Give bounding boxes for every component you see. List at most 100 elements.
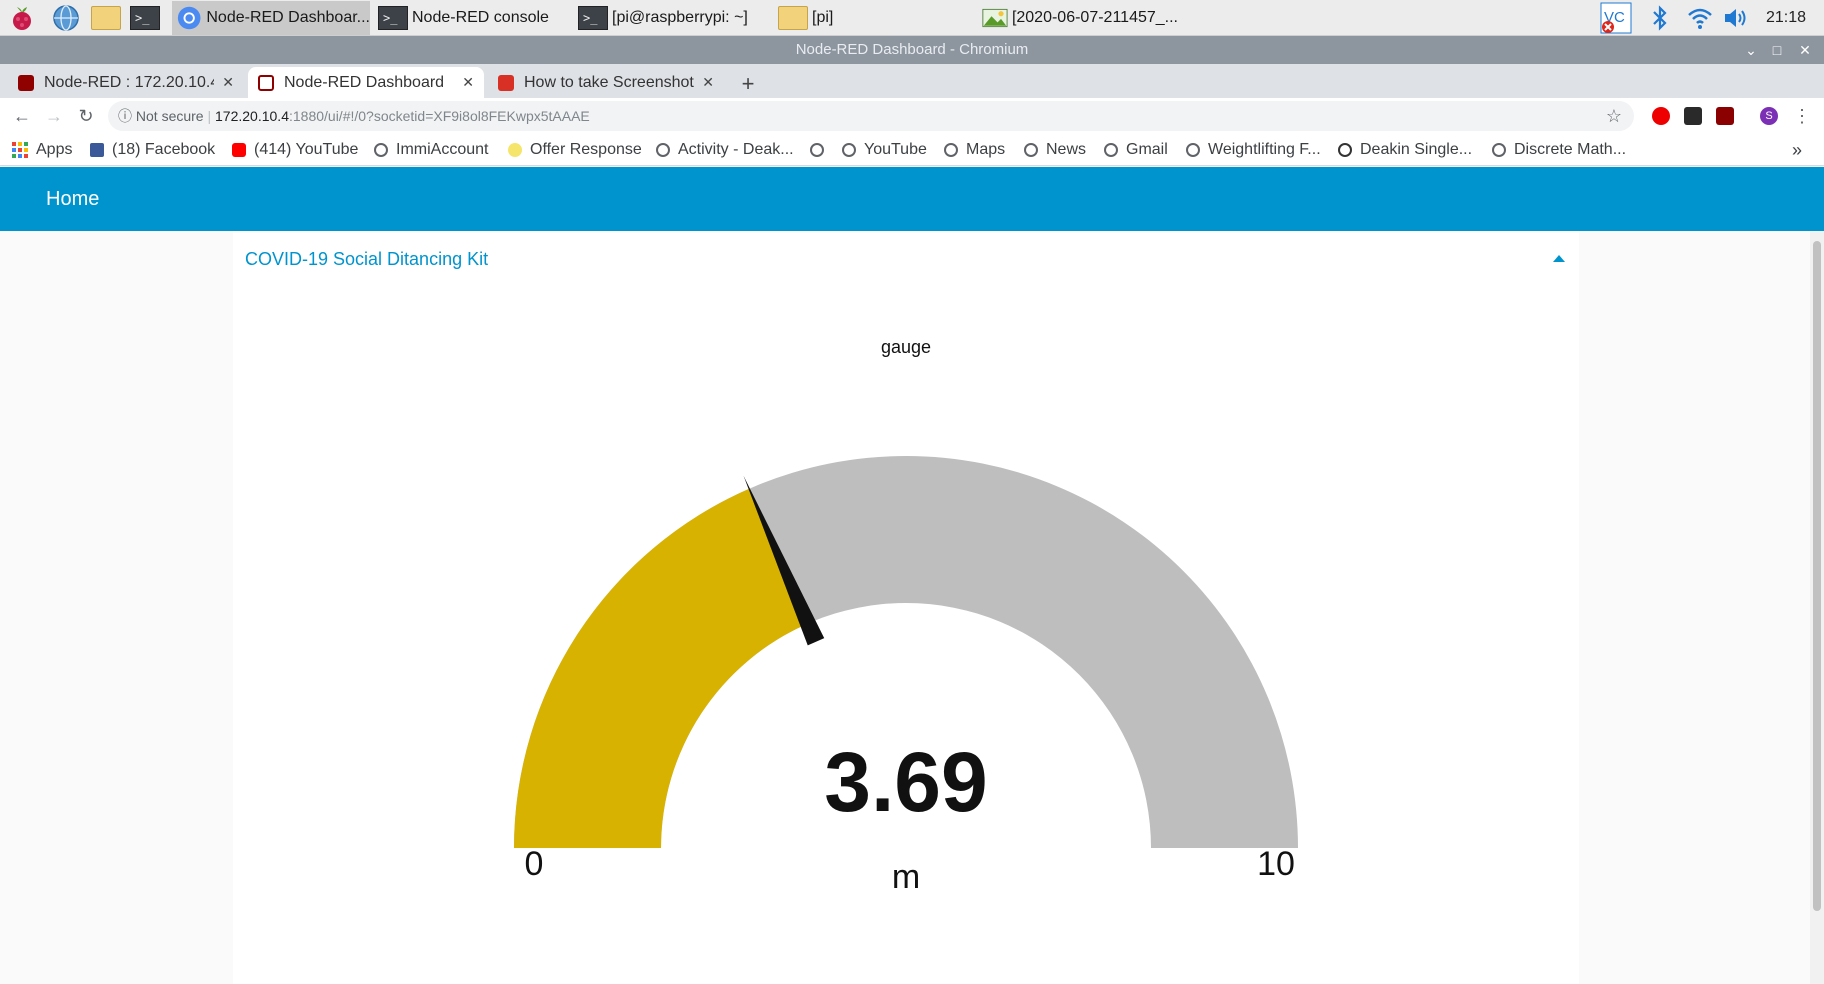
taskbar-clock[interactable]: 21:18 [1766, 0, 1806, 36]
globe-icon [374, 143, 388, 157]
bookmark-youtube[interactable]: YouTube [842, 134, 927, 166]
new-tab-button[interactable]: + [735, 71, 761, 97]
extension-icon[interactable] [1684, 107, 1702, 125]
tab-screenshots-article[interactable]: How to take Screenshots ✕ [488, 67, 724, 98]
raspberry-menu-button[interactable] [6, 2, 38, 34]
globe-icon [656, 143, 670, 157]
window-titlebar[interactable]: Node-RED Dashboard - Chromium ⌄ □ ✕ [0, 36, 1824, 64]
tab-label: Node-RED Dashboard [284, 73, 445, 91]
bookmark-deakin-single[interactable]: Deakin Single... [1338, 134, 1472, 166]
bookmark-label: Deakin Single... [1360, 141, 1473, 158]
file-manager-launcher[interactable] [90, 2, 122, 34]
node-red-icon [18, 74, 34, 91]
raspberry-icon [13, 7, 31, 30]
url-path: :1880/ui/#!/0?socketid=XF9i8ol8FEKwpx5tA… [288, 108, 590, 124]
taskbar-task-chromium[interactable]: Node-RED Dashboar... [172, 1, 370, 35]
bookmark-label: YouTube [864, 141, 927, 158]
globe-icon [810, 143, 824, 157]
bookmark-unnamed[interactable] [810, 134, 832, 166]
forward-button[interactable]: → [42, 104, 66, 128]
bookmark-discrete-math[interactable]: Discrete Math... [1492, 134, 1626, 166]
task-label: Node-RED console [412, 9, 549, 26]
tab-node-red-dashboard[interactable]: Node-RED Dashboard ✕ [248, 67, 484, 98]
globe-icon [1104, 143, 1118, 157]
os-taskbar: >_ Node-RED Dashboar... >_ Node-RED cons… [0, 0, 1824, 36]
tab-label: Node-RED : 172.20.10.4 [44, 73, 215, 91]
task-label: Node-RED Dashboar... [206, 9, 370, 26]
info-icon[interactable]: ⓘ [118, 108, 132, 124]
close-tab-icon[interactable]: ✕ [222, 74, 234, 91]
back-button[interactable]: ← [10, 104, 34, 128]
close-tab-icon[interactable]: ✕ [462, 74, 474, 91]
tab-node-red-editor[interactable]: Node-RED : 172.20.10.4 ✕ [8, 67, 244, 98]
bookmark-offer-response[interactable]: Offer Response [508, 134, 642, 166]
bookmark-youtube-414[interactable]: (414) YouTube [232, 134, 358, 166]
browser-toolbar: ← → ↻ ⓘ Not secure | 172.20.10.4:1880/ui… [0, 98, 1824, 134]
tab-label: How to take Screenshots [524, 73, 695, 91]
image-icon [982, 8, 1008, 28]
scrollbar-thumb[interactable] [1813, 241, 1821, 911]
terminal-icon: >_ [378, 6, 408, 30]
terminal-launcher[interactable]: >_ [128, 2, 162, 34]
bookmark-facebook[interactable]: (18) Facebook [90, 134, 215, 166]
volume-tray-button[interactable] [1720, 2, 1752, 34]
taskbar-task-console[interactable]: >_ Node-RED console [374, 1, 570, 35]
minimize-button[interactable]: ⌄ [1740, 36, 1762, 64]
web-browser-launcher[interactable] [50, 2, 82, 34]
facebook-icon [90, 143, 104, 157]
bookmark-maps[interactable]: Maps [944, 134, 1005, 166]
bookmark-activity-deakin[interactable]: Activity - Deak... [656, 134, 794, 166]
bookmark-label: Activity - Deak... [678, 141, 794, 158]
terminal-icon: >_ [578, 6, 608, 30]
gauge-max-label: 10 [1257, 845, 1295, 883]
star-icon [508, 143, 522, 157]
bookmark-immiaccount[interactable]: ImmiAccount [374, 134, 488, 166]
apps-grid-icon [12, 142, 28, 158]
wifi-icon [1688, 8, 1712, 29]
chromium-icon [177, 6, 201, 30]
opera-extension-icon[interactable] [1652, 107, 1670, 125]
browser-tab-strip: Node-RED : 172.20.10.4 ✕ Node-RED Dashbo… [0, 64, 1824, 98]
bookmark-star-icon[interactable]: ☆ [1606, 101, 1622, 131]
bookmark-label: Maps [966, 141, 1006, 158]
profile-avatar[interactable]: S [1760, 107, 1778, 125]
browser-menu-icon[interactable]: ⋮ [1790, 104, 1814, 128]
bookmark-label: Discrete Math... [1514, 141, 1627, 158]
page-scrollbar[interactable] [1810, 231, 1824, 984]
gauge-value-arc [514, 488, 808, 848]
close-window-button[interactable]: ✕ [1794, 36, 1816, 64]
volume-icon [1725, 9, 1746, 27]
gauge-units: m [892, 858, 920, 896]
wifi-tray-button[interactable] [1684, 2, 1716, 34]
bookmarks-overflow-button[interactable]: » [1792, 134, 1802, 166]
address-bar[interactable]: ⓘ Not secure | 172.20.10.4:1880/ui/#!/0?… [108, 101, 1634, 131]
bluetooth-tray-button[interactable] [1646, 2, 1674, 34]
gauge-label: gauge [881, 337, 931, 357]
vnc-tray-button[interactable]: VC [1600, 2, 1632, 34]
bookmark-label: Apps [36, 141, 73, 158]
bluetooth-icon [1653, 5, 1667, 31]
task-label: [pi] [812, 9, 834, 26]
taskbar-task-image-viewer[interactable]: [2020-06-07-211457_... [978, 1, 1178, 35]
globe-icon [1186, 143, 1200, 157]
ublock-shield-icon[interactable] [1716, 107, 1734, 125]
taskbar-task-terminal[interactable]: >_ [pi@raspberrypi: ~] [574, 1, 774, 35]
terminal-icon: >_ [130, 6, 160, 30]
gauge-value: 3.69 [824, 735, 988, 829]
bookmark-gmail[interactable]: Gmail [1104, 134, 1168, 166]
reload-button[interactable]: ↻ [74, 104, 98, 128]
globe-icon [1492, 143, 1506, 157]
dashboard-nav-title[interactable]: Home [46, 167, 99, 231]
globe-icon [842, 143, 856, 157]
bookmark-apps[interactable]: Apps [12, 134, 72, 166]
globe-icon [1024, 143, 1038, 157]
bookmark-news[interactable]: News [1024, 134, 1086, 166]
taskbar-task-file-manager[interactable]: [pi] [774, 1, 974, 35]
security-indicator[interactable]: Not secure [136, 108, 204, 124]
youtube-icon [232, 143, 246, 157]
maximize-button[interactable]: □ [1766, 36, 1788, 64]
bookmark-label: Weightlifting F... [1208, 141, 1321, 158]
bookmark-weightlifting[interactable]: Weightlifting F... [1186, 134, 1321, 166]
close-tab-icon[interactable]: ✕ [702, 74, 714, 91]
bookmark-label: Offer Response [530, 141, 642, 158]
